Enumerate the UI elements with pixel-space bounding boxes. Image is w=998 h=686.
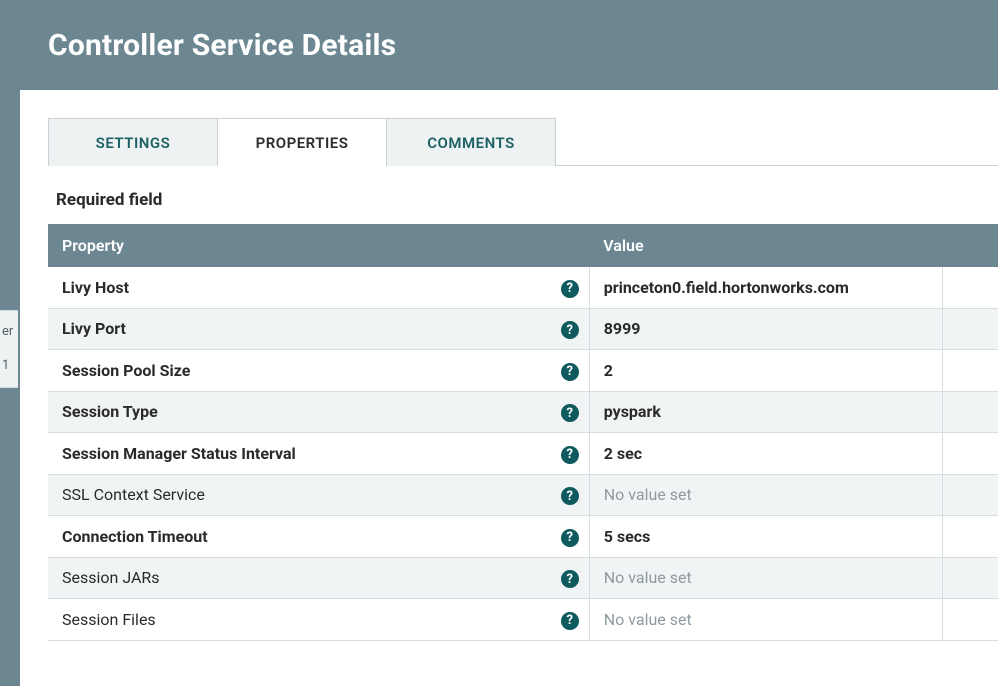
tab-comments[interactable]: COMMENTS <box>386 118 556 166</box>
bg-text-2: 1 <box>2 349 16 383</box>
table-row: SSL Context Service ? No value set <box>48 474 998 516</box>
dialog-body: SETTINGS PROPERTIES COMMENTS Required fi… <box>20 90 998 686</box>
property-action <box>942 308 998 350</box>
table-row: Livy Port ? 8999 <box>48 308 998 350</box>
properties-table: Property Value Livy Host ? princeton0.fi… <box>48 224 998 641</box>
help-icon[interactable]: ? <box>561 529 579 547</box>
help-icon[interactable]: ? <box>561 280 579 298</box>
properties-table-body: Livy Host ? princeton0.field.hortonworks… <box>48 267 998 640</box>
property-action <box>942 516 998 558</box>
header-property: Property <box>48 224 589 267</box>
property-action <box>942 474 998 516</box>
property-name: Session Files <box>48 599 547 641</box>
help-icon[interactable]: ? <box>561 446 579 464</box>
table-row: Session JARs ? No value set <box>48 557 998 599</box>
property-name: Livy Port <box>48 308 547 350</box>
property-name: Session JARs <box>48 557 547 599</box>
property-value[interactable]: 2 <box>589 350 942 392</box>
dialog-title: Controller Service Details <box>48 28 396 63</box>
property-value[interactable]: 5 secs <box>589 516 942 558</box>
property-action <box>942 350 998 392</box>
property-action <box>942 557 998 599</box>
help-icon[interactable]: ? <box>561 404 579 422</box>
property-action <box>942 391 998 433</box>
property-name: Connection Timeout <box>48 516 547 558</box>
background-sidebar-fragment: er 1 <box>0 310 18 388</box>
property-name: Session Type <box>48 391 547 433</box>
property-value[interactable]: No value set <box>589 474 942 516</box>
table-row: Session Pool Size ? 2 <box>48 350 998 392</box>
property-value[interactable]: pyspark <box>589 391 942 433</box>
tab-settings[interactable]: SETTINGS <box>48 118 218 166</box>
property-value[interactable]: 2 sec <box>589 433 942 475</box>
header-actions <box>942 224 998 267</box>
property-action <box>942 433 998 475</box>
help-icon[interactable]: ? <box>561 570 579 588</box>
property-value[interactable]: princeton0.field.hortonworks.com <box>589 267 942 308</box>
header-value: Value <box>589 224 942 267</box>
table-row: Session Type ? pyspark <box>48 391 998 433</box>
property-value[interactable]: 8999 <box>589 308 942 350</box>
property-value[interactable]: No value set <box>589 557 942 599</box>
table-row: Session Manager Status Interval ? 2 sec <box>48 433 998 475</box>
help-icon[interactable]: ? <box>561 612 579 630</box>
tab-properties[interactable]: PROPERTIES <box>217 118 387 166</box>
property-action <box>942 599 998 641</box>
help-icon[interactable]: ? <box>561 321 579 339</box>
help-icon[interactable]: ? <box>561 487 579 505</box>
table-row: Connection Timeout ? 5 secs <box>48 516 998 558</box>
property-value[interactable]: No value set <box>589 599 942 641</box>
table-row: Livy Host ? princeton0.field.hortonworks… <box>48 267 998 308</box>
property-name: Livy Host <box>48 267 547 308</box>
property-action <box>942 267 998 308</box>
property-name: Session Manager Status Interval <box>48 433 547 475</box>
table-row: Session Files ? No value set <box>48 599 998 641</box>
property-name: Session Pool Size <box>48 350 547 392</box>
tab-bar: SETTINGS PROPERTIES COMMENTS <box>48 118 998 166</box>
property-name: SSL Context Service <box>48 474 547 516</box>
required-field-label: Required field <box>56 190 998 210</box>
help-icon[interactable]: ? <box>561 363 579 381</box>
bg-text-1: er <box>2 315 16 349</box>
dialog-header: Controller Service Details <box>20 0 998 90</box>
